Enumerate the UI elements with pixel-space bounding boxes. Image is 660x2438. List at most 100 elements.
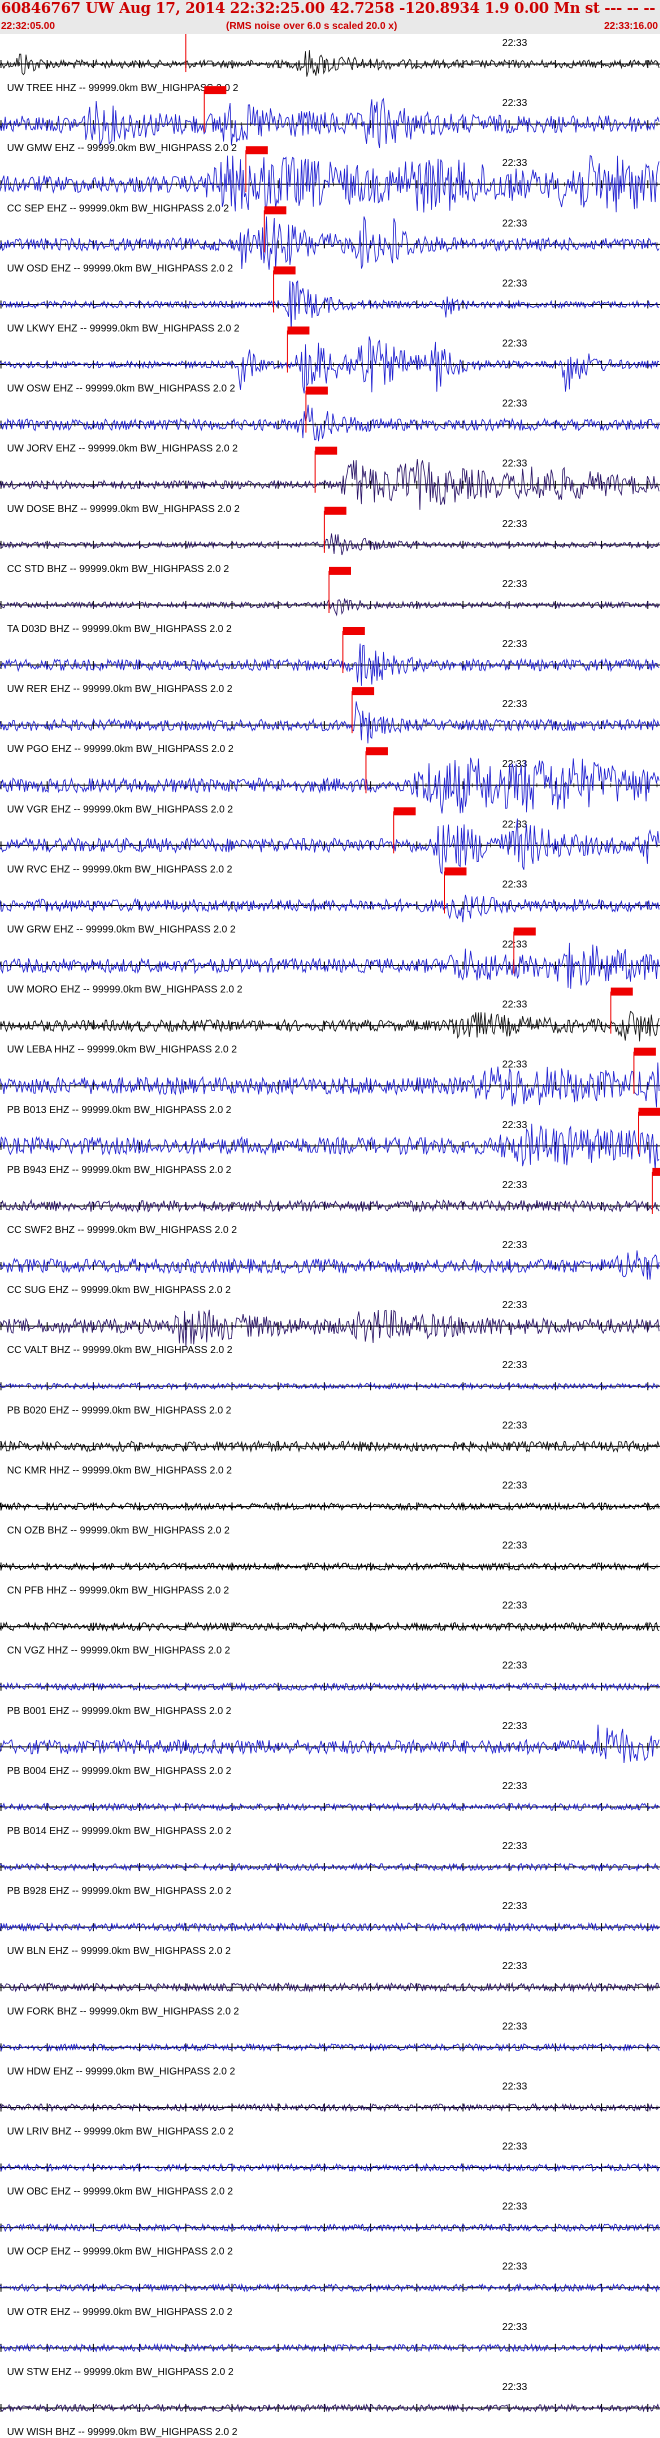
minute-label: 22:33 bbox=[502, 1901, 527, 1912]
minute-label: 22:33 bbox=[502, 1000, 527, 1011]
plot-header: 60846767 UW Aug 17, 2014 22:32:25.00 42.… bbox=[0, 0, 660, 34]
trace-row: 22:33 PB B014 EHZ -- 99999.0km BW_HIGHPAS… bbox=[0, 1781, 660, 1837]
trace-label: UW OTR EHZ -- 99999.0km BW_HIGHPASS 2.0 … bbox=[7, 2307, 233, 2318]
minute-label: 22:33 bbox=[502, 218, 527, 229]
pick-marker-flag bbox=[610, 987, 633, 996]
trace-label: UW GRW EHZ -- 99999.0km BW_HIGHPASS 2.0 … bbox=[7, 925, 236, 936]
trace-row: 22:33 UW HDW EHZ -- 99999.0km BW_HIGHPASS… bbox=[0, 2021, 660, 2077]
trace-label: UW LKWY EHZ -- 99999.0km BW_HIGHPASS 2.0… bbox=[7, 324, 240, 335]
trace-row: 22:33 PB B001 EHZ -- 99999.0km BW_HIGHPAS… bbox=[0, 1661, 660, 1717]
minute-label: 22:33 bbox=[502, 1120, 527, 1131]
seismogram-waveform bbox=[0, 894, 660, 923]
seismogram-waveform bbox=[0, 1062, 660, 1108]
trace-row: 22:33 TA D03D BHZ -- 99999.0km BW_HIGHPAS… bbox=[0, 566, 660, 635]
seismogram-waveform bbox=[0, 404, 660, 442]
seismogram-plot: 22:33UW TREE HHZ -- 99999.0km BW_HIGHPAS… bbox=[0, 34, 660, 2438]
seismogram-waveform bbox=[0, 216, 660, 271]
trace-label: CC STD BHZ -- 99999.0km BW_HIGHPASS 2.0 … bbox=[7, 564, 230, 575]
end-time-label: 22:33:16.00 bbox=[604, 21, 658, 32]
seismogram-waveform bbox=[0, 1123, 660, 1170]
trace-label: UW WISH BHZ -- 99999.0km BW_HIGHPASS 2.0… bbox=[7, 2427, 238, 2438]
trace-row: 22:33 NC KMR HHZ -- 99999.0km BW_HIGHPASS… bbox=[0, 1420, 660, 1476]
pick-marker-flag bbox=[315, 446, 338, 455]
pick-marker-flag bbox=[204, 86, 227, 95]
trace-label: UW HDW EHZ -- 99999.0km BW_HIGHPASS 2.0 … bbox=[7, 2066, 236, 2077]
trace-row: 22:33 UW DOSE BHZ -- 99999.0km BW_HIGHPAS… bbox=[0, 446, 660, 515]
minute-label: 22:33 bbox=[502, 579, 527, 590]
pick-marker-flag bbox=[513, 927, 536, 936]
pick-marker-flag bbox=[324, 506, 347, 515]
minute-label: 22:33 bbox=[502, 158, 527, 169]
trace-label: CN OZB BHZ -- 99999.0km BW_HIGHPASS 2.0 … bbox=[7, 1526, 230, 1537]
trace-label: CC VALT BHZ -- 99999.0km BW_HIGHPASS 2.0… bbox=[7, 1345, 233, 1356]
seismogram-waveform bbox=[0, 701, 660, 744]
trace-row: 22:33 UW WISH BHZ -- 99999.0km BW_HIGHPAS… bbox=[0, 2382, 660, 2438]
pick-marker-flag bbox=[393, 807, 416, 816]
trace-row: 22:33 UW PGO EHZ -- 99999.0km BW_HIGHPASS… bbox=[0, 687, 660, 755]
trace-label: PB B020 EHZ -- 99999.0km BW_HIGHPASS 2.0… bbox=[7, 1405, 232, 1416]
pick-marker-flag bbox=[329, 566, 351, 575]
minute-label: 22:33 bbox=[502, 2142, 527, 2153]
trace-label: UW GMW EHZ -- 99999.0km BW_HIGHPASS 2.0 … bbox=[7, 143, 237, 154]
minute-label: 22:33 bbox=[502, 1721, 527, 1732]
trace-label: UW MORO EHZ -- 99999.0km BW_HIGHPASS 2.0… bbox=[7, 985, 243, 996]
minute-label: 22:33 bbox=[502, 1961, 527, 1972]
trace-row: 22:33 CC VALT BHZ -- 99999.0km BW_HIGHPAS… bbox=[0, 1300, 660, 1356]
minute-label: 22:33 bbox=[502, 1180, 527, 1191]
trace-row: 22:33 UW OTR EHZ -- 99999.0km BW_HIGHPASS… bbox=[0, 2262, 660, 2318]
minute-label: 22:33 bbox=[502, 1541, 527, 1552]
minute-label: 22:33 bbox=[502, 519, 527, 530]
minute-label: 22:33 bbox=[502, 1420, 527, 1431]
trace-label: UW RER EHZ -- 99999.0km BW_HIGHPASS 2.0 … bbox=[7, 684, 233, 695]
pick-marker-flag bbox=[352, 687, 375, 696]
pick-marker-flag bbox=[273, 266, 296, 275]
trace-label: UW RVC EHZ -- 99999.0km BW_HIGHPASS 2.0 … bbox=[7, 864, 233, 875]
trace-label: UW OBC EHZ -- 99999.0km BW_HIGHPASS 2.0 … bbox=[7, 2187, 233, 2198]
trace-row: 22:33 CC SEP EHZ -- 99999.0km BW_HIGHPASS… bbox=[0, 146, 660, 214]
pick-marker-flag bbox=[365, 747, 388, 756]
minute-label: 22:33 bbox=[502, 699, 527, 710]
trace-row: 22:33 CC SUG EHZ -- 99999.0km BW_HIGHPASS… bbox=[0, 1240, 660, 1296]
trace-label: PB B928 EHZ -- 99999.0km BW_HIGHPASS 2.0… bbox=[7, 1886, 232, 1897]
trace-row: 22:33 UW FORK BHZ -- 99999.0km BW_HIGHPAS… bbox=[0, 1961, 660, 2017]
seismogram-waveform bbox=[0, 533, 660, 556]
trace-row: 22:33 UW RVC EHZ -- 99999.0km BW_HIGHPASS… bbox=[0, 807, 660, 875]
trace-label: UW LRIV BHZ -- 99999.0km BW_HIGHPASS 2.0… bbox=[7, 2127, 234, 2138]
trace-label: CC SUG EHZ -- 99999.0km BW_HIGHPASS 2.0 … bbox=[7, 1285, 231, 1296]
trace-row: 22:33 UW GRW EHZ -- 99999.0km BW_HIGHPASS… bbox=[0, 867, 660, 936]
trace-label: PB B013 EHZ -- 99999.0km BW_HIGHPASS 2.0… bbox=[7, 1105, 232, 1116]
trace-row: 22:33 CN OZB BHZ -- 99999.0km BW_HIGHPASS… bbox=[0, 1480, 660, 1537]
trace-row: 22:33 CC STD BHZ -- 99999.0km BW_HIGHPASS… bbox=[0, 506, 660, 575]
trace-row: 22:33 UW OSW EHZ -- 99999.0km BW_HIGHPASS… bbox=[0, 326, 660, 395]
trace-row: 22:33UW TREE HHZ -- 99999.0km BW_HIGHPAS… bbox=[0, 34, 660, 94]
seismogram-waveform bbox=[0, 1724, 660, 1764]
pick-marker-flag bbox=[287, 326, 310, 335]
trace-row: 22:33 PB B020 EHZ -- 99999.0km BW_HIGHPAS… bbox=[0, 1360, 660, 1416]
seismogram-waveform bbox=[0, 50, 660, 77]
minute-label: 22:33 bbox=[502, 459, 527, 470]
trace-row: 22:33 UW VGR EHZ -- 99999.0km BW_HIGHPASS… bbox=[0, 747, 660, 815]
minute-label: 22:33 bbox=[502, 2382, 527, 2393]
trace-label: NC KMR HHZ -- 99999.0km BW_HIGHPASS 2.0 … bbox=[7, 1465, 232, 1476]
trace-label: CN VGZ HHZ -- 99999.0km BW_HIGHPASS 2.0 … bbox=[7, 1646, 231, 1657]
minute-label: 22:33 bbox=[502, 759, 527, 770]
trace-row: 22:33 CN PFB HHZ -- 99999.0km BW_HIGHPASS… bbox=[0, 1541, 660, 1597]
trace-label: UW BLN EHZ -- 99999.0km BW_HIGHPASS 2.0 … bbox=[7, 1946, 231, 1957]
minute-label: 22:33 bbox=[502, 339, 527, 350]
minute-label: 22:33 bbox=[502, 1300, 527, 1311]
trace-label: PB B004 EHZ -- 99999.0km BW_HIGHPASS 2.0… bbox=[7, 1766, 232, 1777]
trace-row: 22:33 CC SWF2 BHZ -- 99999.0km BW_HIGHPAS… bbox=[0, 1167, 660, 1236]
trace-label: UW OSW EHZ -- 99999.0km BW_HIGHPASS 2.0 … bbox=[7, 384, 236, 395]
trace-label: CC SEP EHZ -- 99999.0km BW_HIGHPASS 2.0 … bbox=[7, 203, 229, 214]
seismogram-waveform bbox=[0, 1250, 660, 1280]
trace-row: 22:33 UW GMW EHZ -- 99999.0km BW_HIGHPASS… bbox=[0, 86, 660, 154]
pick-marker-flag bbox=[633, 1047, 656, 1056]
minute-label: 22:33 bbox=[502, 1240, 527, 1251]
minute-label: 22:33 bbox=[502, 399, 527, 410]
trace-row: 22:33 UW OCP EHZ -- 99999.0km BW_HIGHPASS… bbox=[0, 2202, 660, 2258]
trace-row: 22:33 UW BLN EHZ -- 99999.0km BW_HIGHPASS… bbox=[0, 1901, 660, 1957]
pick-marker-flag bbox=[342, 627, 365, 635]
trace-label: UW LEBA HHZ -- 99999.0km BW_HIGHPASS 2.0… bbox=[7, 1045, 237, 1056]
minute-label: 22:33 bbox=[502, 38, 527, 49]
trace-row: 22:33 CN VGZ HHZ -- 99999.0km BW_HIGHPASS… bbox=[0, 1601, 660, 1657]
